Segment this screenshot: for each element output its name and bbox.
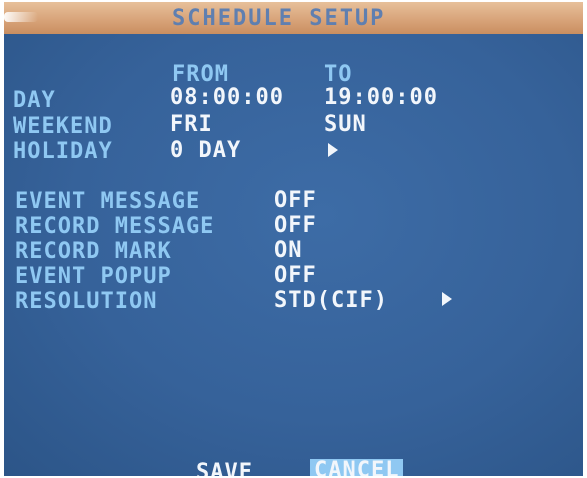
title-bar-glare (4, 12, 38, 22)
resolution-value[interactable]: STD(CIF) (274, 289, 388, 313)
schedule-setup-screen: SCHEDULE SETUP FROM TO DAY 08:00:00 19:0… (4, 2, 583, 476)
title-bar: SCHEDULE SETUP (4, 2, 583, 34)
event-popup-value[interactable]: OFF (274, 264, 317, 288)
record-mark-value[interactable]: ON (274, 239, 303, 263)
weekend-to-value[interactable]: SUN (324, 113, 367, 137)
resolution-label: RESOLUTION (15, 289, 158, 314)
weekend-label: WEEKEND (13, 114, 113, 139)
event-popup-label: EVENT POPUP (15, 264, 172, 289)
right-triangle-icon[interactable] (328, 143, 338, 157)
day-label: DAY (13, 88, 56, 113)
cancel-button[interactable]: CANCEL (310, 459, 404, 476)
holiday-days-value[interactable]: 0 DAY (170, 139, 241, 163)
right-triangle-icon[interactable] (442, 292, 452, 306)
record-mark-label: RECORD MARK (15, 239, 172, 264)
event-message-value[interactable]: OFF (274, 189, 317, 213)
page-title: SCHEDULE SETUP (172, 6, 386, 31)
holiday-label: HOLIDAY (13, 139, 113, 164)
day-to-value[interactable]: 19:00:00 (324, 86, 438, 110)
weekend-from-value[interactable]: FRI (170, 113, 213, 137)
day-from-value[interactable]: 08:00:00 (170, 86, 284, 110)
record-message-value[interactable]: OFF (274, 214, 317, 238)
event-message-label: EVENT MESSAGE (15, 189, 201, 214)
save-button[interactable]: SAVE (196, 460, 253, 476)
from-column-header: FROM (172, 62, 229, 87)
record-message-label: RECORD MESSAGE (15, 214, 215, 239)
to-column-header: TO (324, 62, 353, 87)
